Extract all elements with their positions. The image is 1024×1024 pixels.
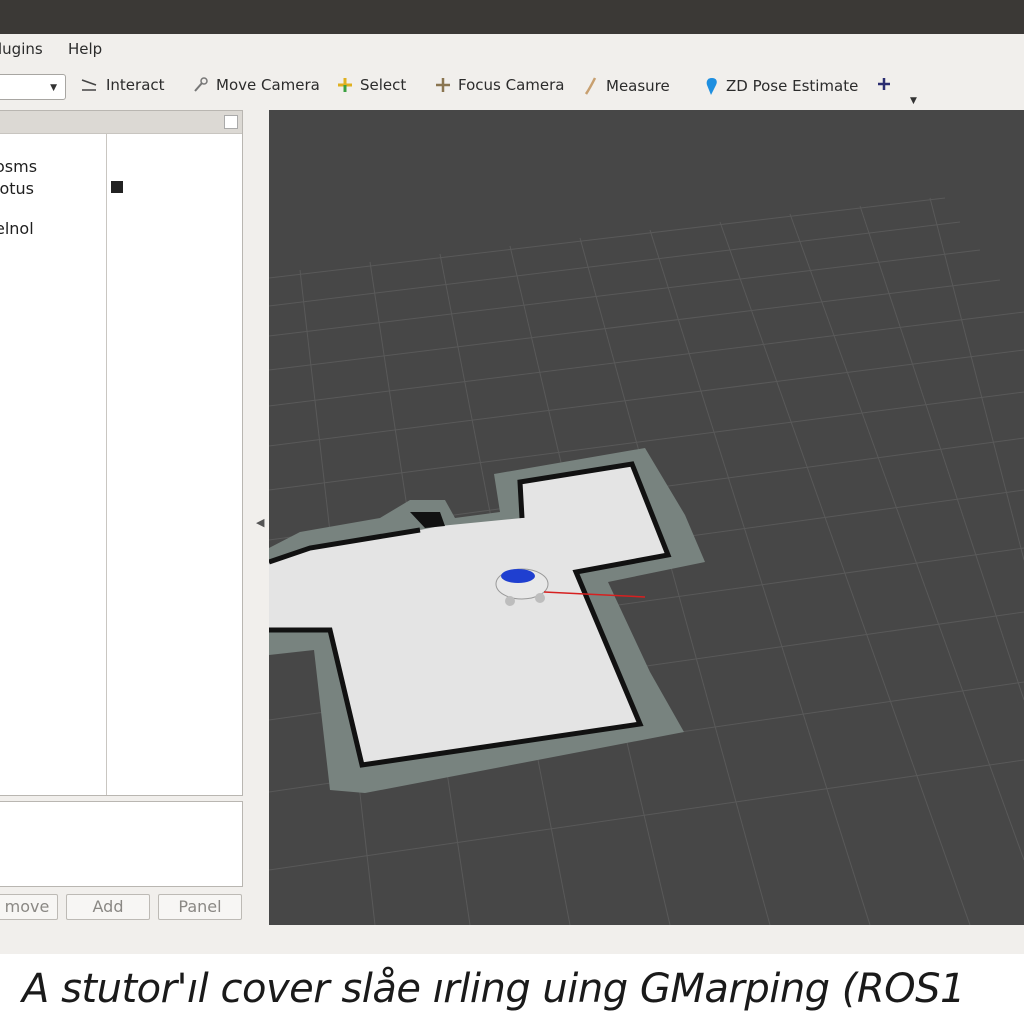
tool-move-camera-button[interactable]: Move Camera: [192, 76, 320, 94]
map-render: [269, 110, 1024, 925]
view-type-combobox[interactable]: ▼: [0, 74, 66, 100]
tool-focus-camera-label: Focus Camera: [458, 76, 565, 94]
tool-measure-button[interactable]: Measure: [582, 76, 670, 96]
measure-icon: [582, 76, 600, 96]
tool-measure-label: Measure: [606, 77, 670, 95]
tool-select-button[interactable]: Select: [336, 76, 406, 94]
menubar: lugins Help: [0, 34, 1024, 64]
tool-focus-camera-button[interactable]: Focus Camera: [434, 76, 564, 94]
remove-button[interactable]: move: [0, 894, 58, 920]
display-item[interactable]: elnol: [0, 219, 34, 238]
caption-text: A stutor'ıl cover slåe ırling uing GMarp…: [22, 966, 966, 1012]
column-divider: [106, 133, 107, 795]
tool-pose-estimate-button[interactable]: ZD Pose Estimate: [704, 76, 858, 96]
rviz-window: lugins Help ▼ Interact Move Camera Selec…: [0, 34, 1024, 954]
window-titlebar: [0, 0, 1024, 34]
tool-select-label: Select: [360, 76, 407, 94]
tool-pose-estimate-label: ZD Pose Estimate: [726, 77, 859, 95]
tool-interact-label: Interact: [106, 76, 165, 94]
panel-close-icon[interactable]: [224, 115, 238, 129]
displays-panel: osms lotus elnol: [0, 110, 243, 796]
description-panel: [0, 801, 243, 887]
move-camera-icon: [192, 76, 210, 94]
interact-icon: [80, 77, 100, 93]
display-item[interactable]: osms: [0, 157, 37, 176]
display-item[interactable]: lotus: [0, 179, 34, 198]
display-enabled-checkbox[interactable]: [111, 181, 123, 193]
tool-interact-button[interactable]: Interact: [80, 76, 165, 94]
chevron-down-icon: ▼: [50, 83, 57, 93]
pose-estimate-icon: [704, 76, 720, 96]
focus-camera-icon: [434, 76, 452, 94]
collapse-panel-icon[interactable]: ◀: [256, 516, 264, 529]
displays-panel-header: [0, 111, 242, 134]
tool-toolbar: ▼ Interact Move Camera Select Focus Came: [0, 70, 1024, 108]
select-icon: [336, 76, 354, 94]
menu-help[interactable]: Help: [68, 40, 102, 58]
add-tool-button[interactable]: [876, 76, 892, 92]
toolbar-overflow-icon[interactable]: ▼: [910, 96, 917, 106]
3d-viewport[interactable]: [269, 110, 1024, 925]
menu-plugins[interactable]: lugins: [0, 40, 43, 58]
plus-icon: [876, 76, 892, 92]
add-button[interactable]: Add: [66, 894, 150, 920]
tool-move-camera-label: Move Camera: [216, 76, 320, 94]
panel-button[interactable]: Panel: [158, 894, 242, 920]
